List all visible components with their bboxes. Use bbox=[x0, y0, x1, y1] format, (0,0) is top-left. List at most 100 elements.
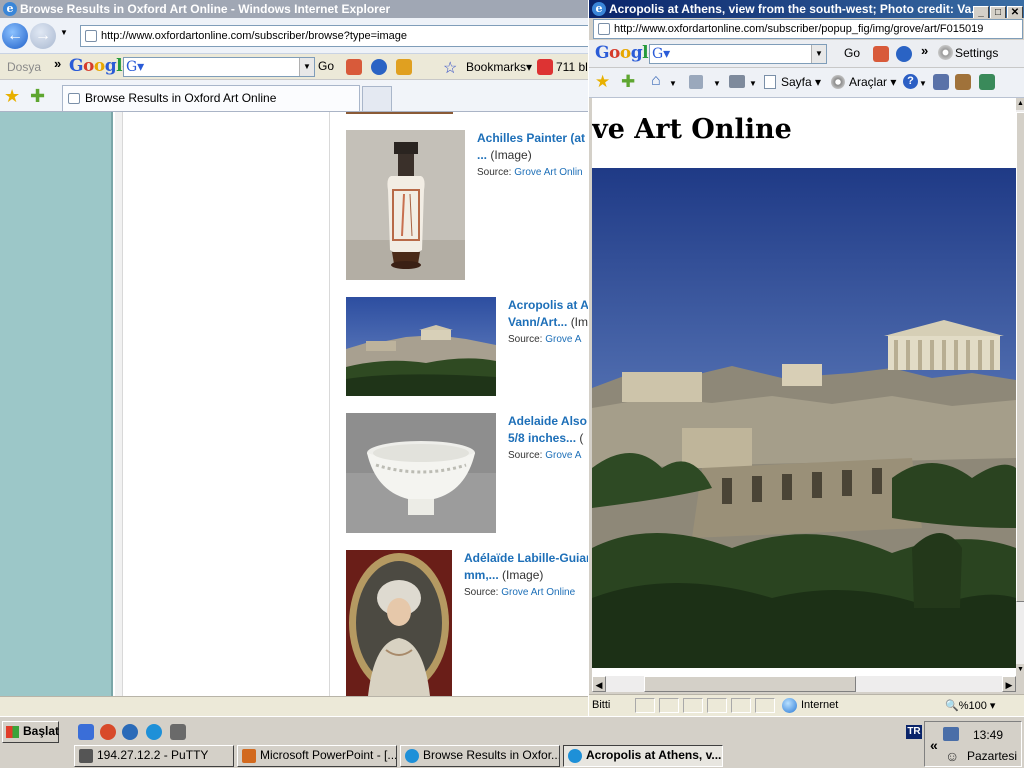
page-menu[interactable]: Sayfa ▾ bbox=[781, 75, 821, 89]
chevron-down-icon[interactable]: ▼ bbox=[669, 79, 677, 88]
news-icon[interactable] bbox=[346, 59, 362, 75]
source-link[interactable]: Grove A bbox=[545, 450, 581, 461]
user-icon[interactable]: ☺ bbox=[945, 748, 959, 764]
security-zone: Internet bbox=[801, 699, 839, 711]
quicklaunch-player-icon[interactable] bbox=[122, 724, 138, 740]
scroll-right-icon[interactable]: ▶ bbox=[1002, 676, 1016, 692]
home-icon[interactable]: ⌂ bbox=[651, 72, 661, 90]
new-tab-button[interactable] bbox=[362, 86, 392, 111]
chevron-down-icon[interactable]: ▼ bbox=[749, 79, 757, 88]
forward-arrow-icon[interactable]: → bbox=[30, 23, 56, 49]
language-indicator[interactable]: TR bbox=[906, 725, 922, 739]
favorites-star-icon[interactable]: ★ bbox=[595, 72, 610, 92]
quicklaunch-ie-icon[interactable] bbox=[146, 724, 162, 740]
result-title-link[interactable]: Acropolis at A bbox=[508, 297, 588, 314]
blocked-count[interactable]: 711 bl bbox=[556, 60, 588, 74]
horizontal-scrollbar[interactable]: ◀ ▶ bbox=[592, 676, 1016, 692]
task-label: Microsoft PowerPoint - [... bbox=[260, 748, 397, 762]
result-title-link-line2[interactable]: Vann/Art... (Im bbox=[508, 314, 588, 331]
result-type: (Image) bbox=[490, 148, 532, 162]
minimize-icon[interactable]: _ bbox=[973, 6, 989, 18]
task-putty[interactable]: 194.27.12.2 - PuTTY bbox=[74, 745, 234, 767]
task-acropolis[interactable]: Acropolis at Athens, v... bbox=[563, 745, 723, 767]
clock-time[interactable]: 13:49 bbox=[973, 728, 1003, 742]
chevron-down-icon[interactable]: ▼ bbox=[299, 58, 314, 76]
scrollbar-thumb[interactable] bbox=[1016, 112, 1024, 602]
result-title-link[interactable]: Achilles Painter (at bbox=[477, 130, 585, 147]
google-search-input[interactable]: G▾ ▼ bbox=[123, 57, 315, 77]
scroll-left-icon[interactable]: ◀ bbox=[592, 676, 606, 692]
scroll-down-icon[interactable]: ▼ bbox=[1016, 664, 1024, 676]
window-title-bar[interactable]: e Browse Results in Oxford Art Online - … bbox=[0, 0, 588, 18]
address-input[interactable]: http://www.oxfordartonline.com/subscribe… bbox=[593, 19, 1023, 39]
start-label: Başlat bbox=[23, 724, 60, 738]
result-title-link-line2[interactable]: mm,... (Image) bbox=[464, 567, 543, 584]
result-type: (Im bbox=[570, 315, 588, 329]
settings-gear-icon[interactable] bbox=[938, 45, 953, 60]
result-title-link[interactable]: Adelaide Also bbox=[508, 413, 587, 430]
blog-icon[interactable] bbox=[955, 74, 971, 90]
thumbnail-acropolis[interactable] bbox=[346, 297, 496, 396]
print-icon[interactable] bbox=[729, 75, 745, 88]
toolbar-chevron-icon[interactable]: » bbox=[921, 43, 928, 58]
result-title-link-line2[interactable]: ... (Image) bbox=[477, 147, 532, 164]
task-browse-results[interactable]: Browse Results in Oxfor... bbox=[400, 745, 560, 767]
network-icon[interactable] bbox=[943, 727, 959, 741]
task-powerpoint[interactable]: Microsoft PowerPoint - [... bbox=[237, 745, 397, 767]
result-title-link-line2[interactable]: 5/8 inches... ( bbox=[508, 430, 583, 447]
feeds-icon[interactable] bbox=[689, 75, 703, 89]
tray-expand-icon[interactable]: « bbox=[930, 737, 938, 753]
result-title-link[interactable]: Adélaïde Labille-Guiar bbox=[464, 550, 588, 567]
research-icon[interactable] bbox=[933, 74, 949, 90]
go-button[interactable]: Go bbox=[844, 46, 860, 60]
maximize-icon[interactable]: □ bbox=[990, 6, 1006, 18]
news-icon[interactable] bbox=[873, 46, 889, 62]
thumbnail-bowl[interactable] bbox=[346, 413, 496, 533]
thumbnail-partial bbox=[346, 112, 453, 114]
bookmarks-button[interactable]: Bookmarks▾ bbox=[466, 60, 532, 74]
scroll-up-icon[interactable]: ▲ bbox=[1016, 98, 1024, 110]
ie-icon bbox=[405, 749, 419, 763]
help-icon[interactable]: ? bbox=[903, 74, 918, 89]
window-title-bar[interactable]: e Acropolis at Athens, view from the sou… bbox=[589, 0, 1024, 18]
zoom-level[interactable]: 🔍%100 ▾ bbox=[945, 699, 995, 712]
add-favorite-icon[interactable]: ✚ bbox=[621, 72, 635, 92]
vertical-scrollbar[interactable]: ▲ ▼ bbox=[1016, 98, 1024, 676]
close-icon[interactable]: ✕ bbox=[1007, 6, 1023, 18]
favorites-star-icon[interactable]: ★ bbox=[4, 86, 20, 107]
history-dropdown-icon[interactable]: ▼ bbox=[60, 28, 68, 37]
globe-icon[interactable] bbox=[896, 46, 912, 62]
google-search-input[interactable]: G▾ ▼ bbox=[649, 44, 827, 64]
chevron-down-icon[interactable]: ▼ bbox=[713, 79, 721, 88]
toolbar-chevron-icon[interactable]: » bbox=[54, 56, 61, 71]
status-cell bbox=[731, 698, 751, 713]
tools-menu[interactable]: Araçlar ▾ bbox=[849, 75, 896, 89]
source-link[interactable]: Grove Art Onlin bbox=[514, 167, 582, 178]
messenger-icon[interactable] bbox=[979, 74, 995, 90]
task-label: Acropolis at Athens, v... bbox=[586, 748, 722, 762]
add-favorite-icon[interactable]: ✚ bbox=[30, 86, 45, 107]
scrollbar-thumb[interactable] bbox=[644, 676, 856, 692]
popup-blocker-icon[interactable] bbox=[537, 59, 553, 75]
quicklaunch-desktop-icon[interactable] bbox=[78, 724, 94, 740]
chevron-down-icon[interactable]: ▼ bbox=[811, 45, 826, 63]
back-arrow-icon[interactable]: ← bbox=[2, 23, 28, 49]
start-button[interactable]: Başlat bbox=[2, 721, 59, 743]
menu-file[interactable]: Dosya bbox=[7, 60, 41, 74]
chevron-down-icon[interactable]: ▼ bbox=[919, 79, 927, 88]
quicklaunch-movie-icon[interactable] bbox=[170, 724, 186, 740]
bookmarks-star-icon[interactable]: ☆ bbox=[443, 58, 457, 78]
source-link[interactable]: Grove A bbox=[545, 334, 581, 345]
tab-browse-results[interactable]: Browse Results in Oxford Art Online bbox=[62, 85, 360, 111]
globe-icon[interactable] bbox=[371, 59, 387, 75]
address-input[interactable]: http://www.oxfordartonline.com/subscribe… bbox=[80, 25, 588, 47]
pagerank-icon[interactable] bbox=[396, 59, 412, 75]
settings-button[interactable]: Settings bbox=[955, 46, 998, 60]
thumbnail-portrait[interactable] bbox=[346, 550, 452, 696]
source-link[interactable]: Grove Art Online bbox=[501, 587, 575, 598]
thumbnail-vase[interactable] bbox=[346, 130, 465, 280]
clock-day: Pazartesi bbox=[967, 749, 1018, 763]
page-icon bbox=[764, 75, 776, 89]
go-button[interactable]: Go bbox=[318, 59, 334, 73]
quicklaunch-media-icon[interactable] bbox=[100, 724, 116, 740]
